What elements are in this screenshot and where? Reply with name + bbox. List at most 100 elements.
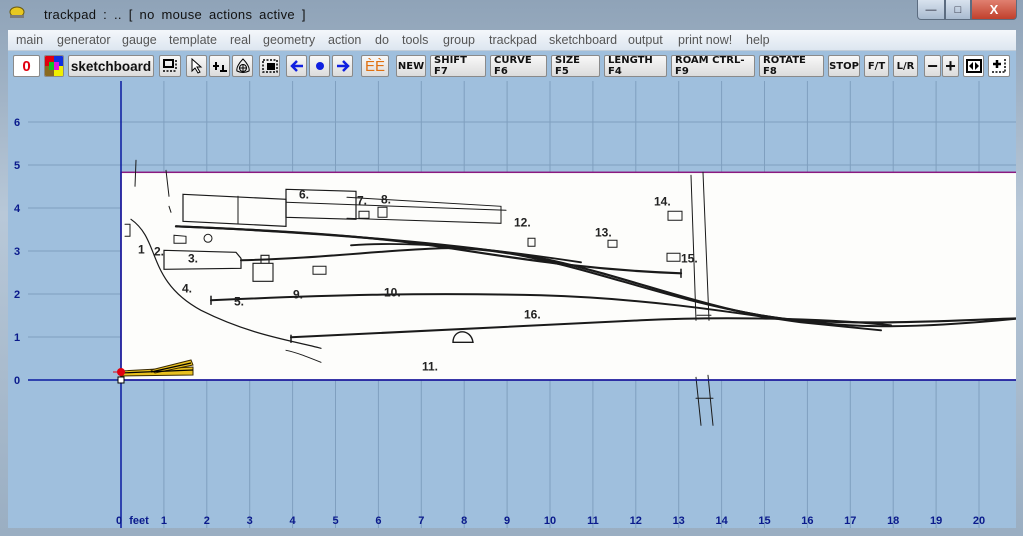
sketchboard-button[interactable]: sketchboard [68, 55, 154, 77]
x-tick-label: 14 [715, 515, 728, 527]
menu-trackpad[interactable]: trackpad [489, 33, 537, 47]
menu-sketchboard[interactable]: sketchboard [549, 33, 617, 47]
menu-template[interactable]: template [169, 33, 217, 47]
previous-button[interactable] [286, 55, 307, 77]
close-icon: X [989, 2, 999, 17]
menu-output[interactable]: output [628, 33, 663, 47]
length-button[interactable]: LENGTH F4 [604, 55, 667, 77]
frame-select-icon [163, 59, 177, 72]
y-tick-label: 0 [14, 375, 20, 387]
sketch-label: 14. [654, 194, 671, 208]
x-tick-label: 16 [801, 515, 813, 527]
l-r-button[interactable]: L/R [893, 55, 918, 77]
toolbar: 0 sketchboard ÈÈ NEW SHIFT F7 CURVE F6 S… [8, 51, 1016, 81]
stop-button[interactable]: STOP [828, 55, 860, 77]
color-palette-icon [45, 56, 63, 76]
arrow-left-icon [289, 60, 303, 72]
app-logo-icon [9, 6, 25, 18]
curve-button[interactable]: CURVE F6 [490, 55, 547, 77]
zoom-out-button[interactable]: − [924, 55, 941, 77]
menu-help[interactable]: help [746, 33, 770, 47]
zoom-in-button[interactable]: + [942, 55, 959, 77]
menu-gauge[interactable]: gauge [122, 33, 157, 47]
client-area: main generator gauge template real geome… [8, 30, 1016, 528]
x-tick-label: 0 [116, 515, 122, 527]
menu-geometry[interactable]: geometry [263, 33, 315, 47]
sketch-label: 13. [595, 225, 612, 239]
sketch-label: 11. [422, 359, 438, 373]
menu-real[interactable]: real [230, 33, 251, 47]
close-button[interactable]: X [971, 0, 1017, 20]
rotate-button[interactable]: ROTATE F8 [759, 55, 824, 77]
menu-main[interactable]: main [16, 33, 43, 47]
origin-marker[interactable] [117, 376, 125, 384]
trackpad-canvas[interactable]: 1 2. 3.4.5.6. 7. 8.9. 10.11.12.13.14.15.16. 0… [8, 81, 1016, 528]
sketch-label: 7. [357, 193, 367, 207]
window-title: trackpad : .. [ no mouse actions active … [44, 7, 306, 22]
add-peg-button[interactable] [988, 55, 1010, 77]
peg-snap-icon [212, 62, 227, 72]
rotate-target-button[interactable] [232, 55, 253, 77]
y-tick-label: 3 [14, 246, 20, 258]
frame-select-button[interactable] [159, 55, 181, 77]
x-tick-label: 19 [930, 515, 942, 527]
x-tick-label: 17 [844, 515, 856, 527]
maximize-button[interactable]: □ [945, 0, 971, 20]
y-tick-label: 5 [14, 160, 20, 172]
x-tick-label: 2 [204, 515, 210, 527]
sketch-label: 10. [384, 285, 401, 299]
menu-generator[interactable]: generator [57, 33, 111, 47]
arrow-right-icon [336, 60, 350, 72]
select-box-button[interactable] [259, 55, 280, 77]
x-tick-label: 1 [161, 515, 167, 527]
y-tick-label: 4 [14, 203, 21, 215]
sketch-label: 9. [293, 287, 303, 301]
roam-button[interactable]: ROAM CTRL-F9 [671, 55, 755, 77]
sketch-label: 12. [514, 215, 531, 229]
size-button[interactable]: SIZE F5 [551, 55, 600, 77]
shift-button[interactable]: SHIFT F7 [430, 55, 486, 77]
menu-print-now[interactable]: print now! [678, 33, 732, 47]
dot-icon [315, 62, 324, 70]
sketch-label: 16. [524, 307, 541, 321]
new-button[interactable]: NEW [396, 55, 426, 77]
x-tick-label: 11 [587, 515, 599, 527]
menu-do[interactable]: do [375, 33, 389, 47]
next-button[interactable] [332, 55, 353, 77]
menu-tools[interactable]: tools [402, 33, 428, 47]
x-tick-label: 12 [630, 515, 642, 527]
center-button[interactable] [309, 55, 330, 77]
minimize-button[interactable]: — [917, 0, 945, 20]
sketch-label: 3. [188, 251, 198, 265]
counter-display[interactable]: 0 [13, 55, 40, 77]
fit-width-icon [965, 59, 982, 73]
plus-dashed-icon [992, 59, 1006, 73]
sketch-label: 15. [681, 251, 698, 265]
title-bar[interactable]: trackpad : .. [ no mouse actions active … [0, 0, 1023, 29]
minimize-icon: — [925, 3, 937, 16]
color-palette-button[interactable] [44, 55, 64, 77]
snap-button[interactable] [209, 55, 230, 77]
y-tick-label: 1 [14, 332, 20, 344]
x-tick-label: 4 [290, 515, 297, 527]
y-tick-label: 2 [14, 289, 20, 301]
x-tick-label: 9 [504, 515, 510, 527]
x-tick-label: 8 [461, 515, 467, 527]
app-window: trackpad : .. [ no mouse actions active … [0, 0, 1023, 536]
x-tick-label: 13 [673, 515, 685, 527]
x-tick-label: 18 [887, 515, 899, 527]
pointer-button[interactable] [186, 55, 207, 77]
ee-button[interactable]: ÈÈ [361, 55, 389, 77]
menu-bar: main generator gauge template real geome… [8, 30, 1016, 51]
f-t-button[interactable]: F/T [864, 55, 889, 77]
select-box-icon [261, 59, 278, 73]
sketch-image[interactable]: 1 2. 3.4.5.6. 7. 8.9. 10.11.12.13.14.15.16. [120, 159, 1016, 426]
menu-action[interactable]: action [328, 33, 361, 47]
sketch-image-frame [120, 171, 1016, 381]
menu-group[interactable]: group [443, 33, 475, 47]
fit-width-button[interactable] [963, 55, 984, 77]
sketch-label: 4. [182, 281, 192, 295]
x-tick-label: 10 [544, 515, 556, 527]
sketch-label: 2. [154, 244, 164, 258]
x-tick-label: 5 [332, 515, 338, 527]
